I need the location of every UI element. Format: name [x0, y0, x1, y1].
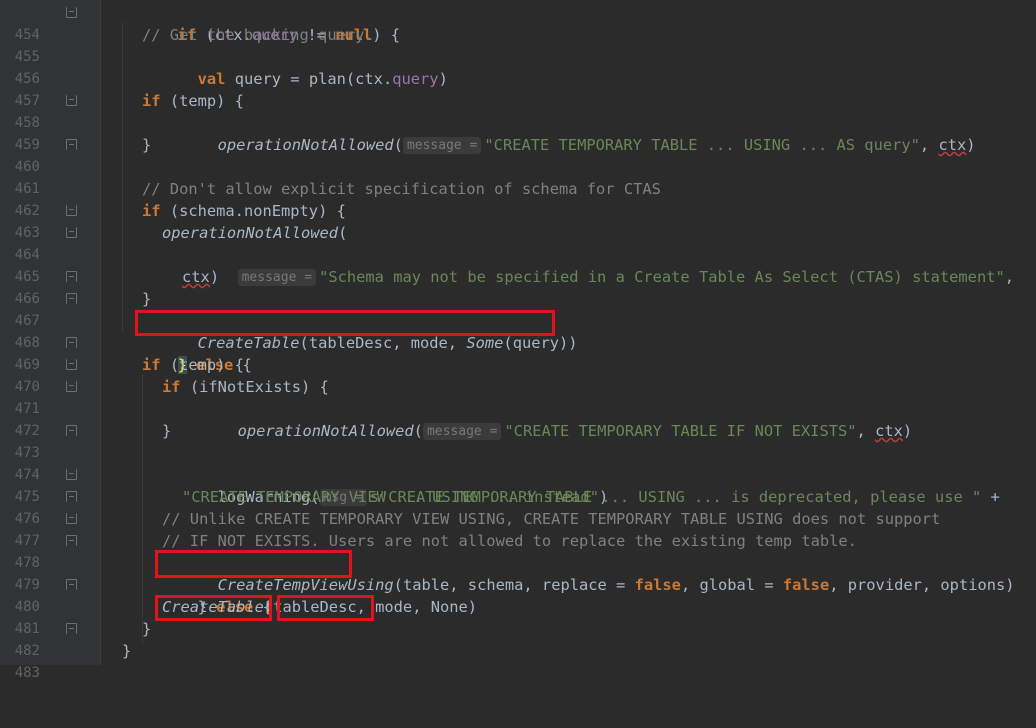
code-line-475: 475 logWarning(msg = s"CREATE TEMPORARY T… — [0, 464, 1036, 506]
code-line-457: 457 — [14, 93, 40, 109]
code-line-464: 464 operationNotAllowed( — [14, 224, 348, 263]
code-line-454: 454 if (ctx.query != null) { — [0, 2, 1036, 44]
code-line-461: 461 — [14, 181, 40, 197]
code-line-470: 470 if (temp) { — [14, 356, 244, 395]
fold-open-icon[interactable] — [66, 359, 77, 370]
code-line-476: 476 "CREATE TEMPORARY VIEW ... USING ...… — [14, 488, 609, 527]
code-line-458: 458 if (temp) { — [14, 92, 244, 131]
fold-open-icon[interactable] — [66, 7, 77, 18]
code-line-472: 472 operationNotAllowed(message = "CREATE… — [14, 422, 913, 440]
code-line-482: 482 } — [14, 620, 152, 659]
code-line-477: 477 // Unlike CREATE TEMPORARY VIEW USIN… — [14, 510, 941, 549]
code-line-462: 462 // Don't allow explicit specificatio… — [14, 180, 661, 219]
code-line-465: 465 message = "Schema may not be specifie… — [14, 268, 1015, 286]
highlight-box — [135, 310, 555, 336]
fold-open-icon[interactable] — [66, 381, 77, 392]
fold-open-icon[interactable] — [66, 205, 77, 216]
code-line-463: 463 if (schema.nonEmpty) { — [14, 202, 346, 241]
fold-close-icon[interactable] — [66, 535, 77, 546]
highlight-box — [277, 595, 374, 621]
code-line-467: 467 } — [14, 290, 152, 329]
code-line-478: 478 // IF NOT EXISTS. Users are not allo… — [14, 532, 857, 571]
code-line-460: 460 } — [14, 136, 152, 175]
fold-close-icon[interactable] — [66, 337, 77, 348]
code-editor[interactable]: 454 if (ctx.query != null) { 455 // Get … — [0, 0, 1036, 681]
fold-close-icon[interactable] — [66, 293, 77, 304]
code-line-471: 471 if (ifNotExists) { — [14, 378, 329, 417]
code-line-455: 455 // Get the backing query. — [14, 26, 374, 65]
fold-close-icon[interactable] — [66, 271, 77, 282]
fold-open-icon[interactable] — [66, 469, 77, 480]
fold-open-icon[interactable] — [66, 227, 77, 238]
code-line-459: 459 operationNotAllowed(message = "CREATE… — [14, 136, 976, 154]
fold-close-icon[interactable] — [66, 579, 77, 590]
fold-close-icon[interactable] — [66, 425, 77, 436]
highlight-box — [155, 550, 352, 578]
code-line-483: 483 } — [14, 642, 132, 681]
fold-close-icon[interactable] — [66, 491, 77, 502]
code-line-466: 466 ctx) — [14, 268, 220, 307]
code-line-456: 456 val query = plan(ctx.query) — [14, 70, 448, 88]
code-line-474: 474 — [14, 467, 40, 483]
fold-close-icon[interactable] — [66, 623, 77, 634]
fold-close-icon[interactable] — [66, 139, 77, 150]
fold-open-icon[interactable] — [66, 95, 77, 106]
fold-open-icon[interactable] — [66, 513, 77, 524]
comment: // Get the backing query. — [142, 26, 374, 44]
highlight-box — [155, 595, 272, 621]
code-line-473: 473 } — [14, 422, 172, 461]
